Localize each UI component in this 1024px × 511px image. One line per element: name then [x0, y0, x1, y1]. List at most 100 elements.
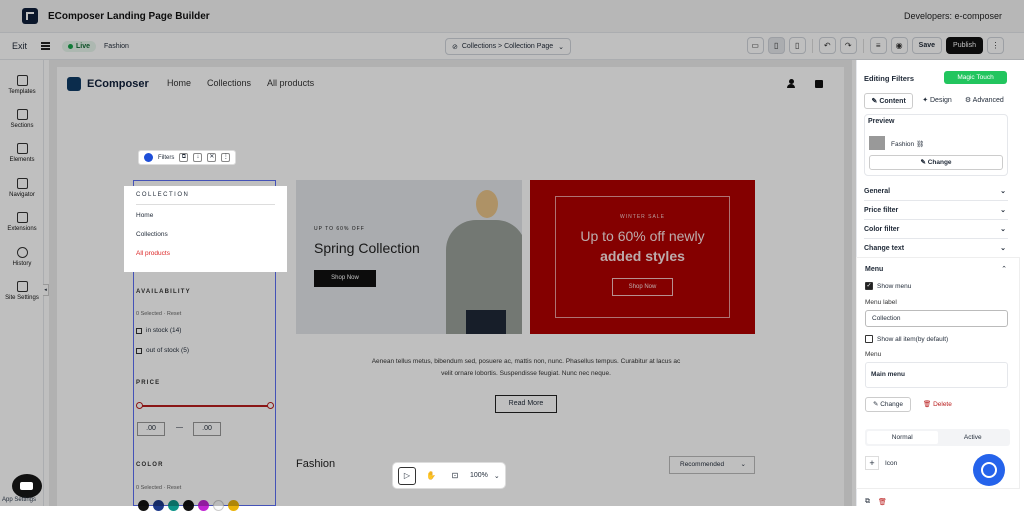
site-logo-text: EComposer [87, 78, 149, 90]
range-handle-min[interactable] [136, 402, 143, 409]
app-title: EComposer Landing Page Builder [48, 10, 210, 22]
checkbox[interactable] [865, 335, 873, 343]
icon-setting[interactable]: + Icon [865, 456, 897, 470]
more-options-icon[interactable]: ⋮ [987, 37, 1004, 54]
undo-icon[interactable]: ↶ [818, 37, 836, 54]
chevron-up-icon[interactable]: ⌃ [1001, 265, 1007, 273]
redo-icon[interactable]: ↷ [839, 37, 857, 54]
filter-out-of-stock[interactable]: out of stock (5) [136, 347, 189, 354]
change-collection-button[interactable]: ✎ Change [869, 155, 1003, 170]
delete-menu-button[interactable]: 🗑 Delete [923, 400, 952, 408]
show-menu-checkbox[interactable]: ✓ Show menu [865, 282, 911, 290]
support-chat-icon[interactable] [973, 454, 1005, 486]
hero-banner-spring[interactable]: UP TO 60% OFF Spring Collection Shop Now [296, 180, 522, 334]
preview-eye-icon[interactable]: ◉ [890, 37, 908, 54]
read-more-button[interactable]: Read More [495, 395, 557, 413]
select-tool-icon[interactable]: ▷ [398, 466, 416, 485]
menu-label-caption: Menu label [865, 299, 897, 306]
chevron-down-icon[interactable]: ⌄ [494, 472, 500, 480]
nav-elements[interactable]: Elements [0, 143, 44, 163]
tab-advanced[interactable]: ⚙ Advanced [961, 93, 1008, 109]
change-menu-button[interactable]: ✎ Change [865, 397, 911, 412]
site-logo[interactable]: EComposer [67, 77, 149, 91]
site-nav-collections[interactable]: Collections [207, 78, 251, 88]
filter-in-stock[interactable]: in stock (14) [136, 327, 181, 334]
nav-history[interactable]: History [0, 247, 44, 267]
selected-menu[interactable]: Main menu [865, 362, 1008, 388]
checkbox[interactable] [136, 347, 142, 354]
sort-dropdown[interactable]: Recommended ⌄ [669, 456, 755, 474]
duplicate-icon[interactable]: ⧉ [179, 153, 189, 162]
accordion-color-filter[interactable]: Color filter ⌄ [864, 220, 1008, 239]
color-meta[interactable]: 0 Selected · Reset [136, 485, 181, 491]
site-settings-icon [16, 281, 28, 292]
site-nav-all-products[interactable]: All products [267, 78, 314, 88]
price-max-input[interactable]: .00 [193, 422, 221, 436]
live-dot-icon [68, 43, 74, 49]
nav-site-settings[interactable]: Site Settings [0, 281, 44, 301]
history-icon [16, 247, 28, 258]
link-icon: ⊘ [452, 43, 458, 51]
trash-icon[interactable]: ✕ [207, 153, 217, 162]
collection-link-home[interactable]: Home [136, 212, 275, 219]
tab-content[interactable]: ✎ Content [864, 93, 914, 109]
page-selector-dropdown[interactable]: ⊘ Collections > Collection Page ⌄ [445, 38, 571, 55]
hand-tool-icon[interactable]: ✋ [422, 467, 440, 485]
tab-label: Design [930, 97, 952, 104]
nav-label: Navigator [9, 192, 35, 198]
state-segmented-control: Normal Active [865, 429, 1010, 446]
hamburger-menu-icon[interactable] [41, 41, 51, 51]
shop-now-button[interactable]: Shop Now [612, 278, 673, 296]
chevron-down-icon: ⌄ [1000, 188, 1006, 195]
save-button[interactable]: Save [911, 37, 943, 54]
range-handle-max[interactable] [267, 402, 274, 409]
nav-extensions[interactable]: Extensions [0, 212, 44, 232]
nav-templates[interactable]: Templates [0, 75, 44, 95]
more-icon[interactable]: ⋮ [221, 153, 231, 162]
exit-button[interactable]: Exit [12, 41, 27, 51]
menu-caption: Menu [865, 351, 882, 358]
settings-sliders-icon[interactable]: ≡ [869, 37, 887, 54]
chat-bubble-icon[interactable] [12, 474, 42, 498]
app-settings-label[interactable]: App Settings [2, 497, 36, 503]
site-nav-home[interactable]: Home [167, 78, 191, 88]
publish-button[interactable]: Publish [946, 37, 983, 54]
trash-icon[interactable]: 🗑 [878, 498, 887, 506]
hero-banner-winter[interactable]: WINTER SALE Up to 60% off newly added st… [530, 180, 755, 334]
magic-touch-button[interactable]: Magic Touch [944, 71, 1007, 84]
cart-bag-icon[interactable] [815, 80, 823, 88]
accordion-change-text[interactable]: Change text ⌄ [864, 239, 1008, 258]
checkbox[interactable] [136, 327, 142, 334]
tablet-view-icon[interactable]: ▯ [767, 37, 785, 54]
availability-meta[interactable]: 0 Selected · Reset [136, 311, 181, 317]
icon-label: Icon [885, 459, 898, 467]
mobile-view-icon[interactable]: ▯ [788, 37, 806, 54]
price-min-input[interactable]: .00 [137, 422, 165, 436]
show-all-checkbox[interactable]: Show all item(by default) [865, 335, 948, 343]
element-toolbar: Filters ⧉ ↓ ✕ ⋮ [138, 150, 237, 165]
collection-link-all-products[interactable]: All products [136, 250, 275, 257]
availability-title: AVAILABILITY [136, 289, 191, 295]
desktop-view-icon[interactable]: ▭ [746, 37, 764, 54]
link-icon[interactable]: ⛓ [916, 141, 924, 148]
collection-link-collections[interactable]: Collections [136, 231, 275, 238]
move-down-icon[interactable]: ↓ [193, 153, 203, 162]
shop-now-button[interactable]: Shop Now [314, 270, 376, 287]
menu-label-input[interactable]: Collection [865, 310, 1008, 327]
plus-icon[interactable]: + [865, 456, 879, 470]
accordion-price-filter[interactable]: Price filter ⌄ [864, 201, 1008, 220]
accordion-general[interactable]: General ⌄ [864, 182, 1008, 201]
nav-sections[interactable]: Sections [0, 109, 44, 129]
price-range-slider[interactable] [136, 402, 274, 409]
nav-navigator[interactable]: Navigator [0, 178, 44, 198]
gear-icon: ⚙ [964, 97, 973, 104]
menu-section-title[interactable]: Menu [865, 266, 883, 273]
copy-icon[interactable]: ⧉ [865, 498, 870, 506]
fit-screen-icon[interactable]: ⊡ [446, 467, 464, 485]
zoom-level[interactable]: 100% [470, 472, 488, 479]
state-normal-tab[interactable]: Normal [867, 431, 938, 444]
checkmark-icon[interactable]: ✓ [865, 282, 873, 290]
state-active-tab[interactable]: Active [938, 431, 1009, 444]
tab-design[interactable]: ✦ Design [913, 93, 960, 109]
account-icon[interactable] [787, 79, 795, 88]
